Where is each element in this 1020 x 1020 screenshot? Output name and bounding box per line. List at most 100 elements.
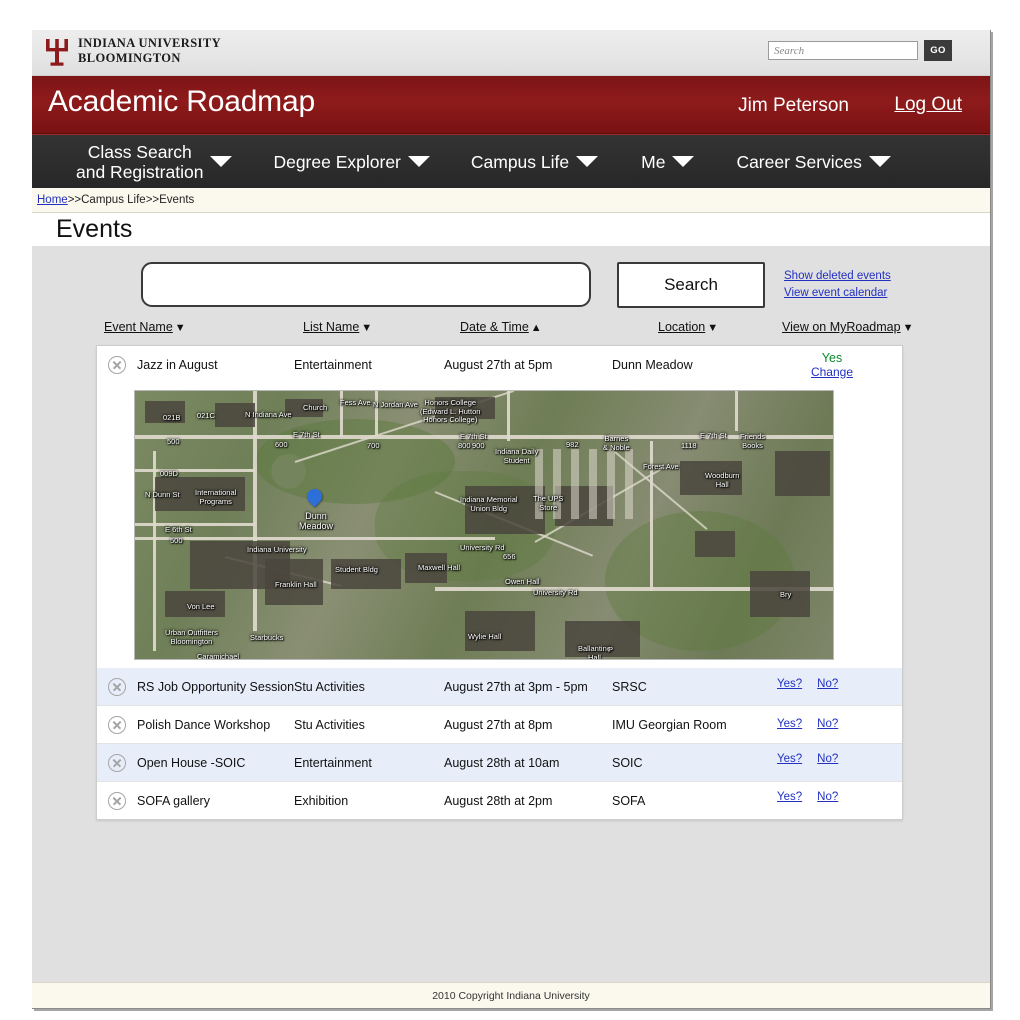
nav-item-campus-life[interactable]: Campus Life <box>470 151 599 172</box>
column-header-location[interactable]: Location ▼ <box>658 320 718 334</box>
breadcrumb-home-link[interactable]: Home <box>37 194 68 206</box>
roadmap-yes-link[interactable]: Yes? <box>777 718 802 730</box>
roadmap-no-link[interactable]: No? <box>817 718 838 730</box>
delete-event-button[interactable] <box>108 355 126 374</box>
cell-list-name: Stu Activities <box>294 679 365 694</box>
breadcrumb: Home >> Campus Life >> Events <box>32 188 990 213</box>
roadmap-no-link[interactable]: No? <box>817 753 838 765</box>
roadmap-status-yes: Yes <box>821 350 843 365</box>
map-label: Bry <box>780 590 792 599</box>
table-row[interactable]: Polish Dance Workshop Stu Activities Aug… <box>97 706 902 744</box>
map-pin-label: Dunn Meadow <box>298 511 334 531</box>
map-label: The UPS Store <box>533 494 564 512</box>
global-search-go-button[interactable]: GO <box>924 40 952 61</box>
map-label: 900 <box>472 441 485 450</box>
sort-arrow-icon: ▼ <box>707 322 719 334</box>
cell-event-name: Polish Dance Workshop <box>137 717 271 732</box>
cell-event-name: SOFA gallery <box>137 793 210 808</box>
nav-label: Campus Life <box>470 151 570 172</box>
map-label: Von Lee <box>187 602 215 611</box>
map-label: Woodburn Hall <box>705 471 740 489</box>
cell-location: Dunn Meadow <box>612 357 693 372</box>
campus-map[interactable]: 021B 021C Church Honors College (Edward L. … <box>134 390 834 660</box>
table-row[interactable]: Open House -SOIC Entertainment August 28… <box>97 744 902 782</box>
cell-roadmap-choice: Yes? No? <box>777 716 838 730</box>
column-header-event-name[interactable]: Event Name ▼ <box>104 320 186 334</box>
site-banner: Academic Roadmap Jim Peterson Log Out <box>32 76 990 134</box>
cell-date-time: August 27th at 3pm - 5pm <box>444 679 588 694</box>
event-search-input[interactable] <box>141 262 591 307</box>
delete-circle-x-icon <box>108 753 126 772</box>
map-label: 982 <box>566 440 579 449</box>
nav-label: Me <box>641 151 666 172</box>
show-deleted-events-link[interactable]: Show deleted events <box>784 268 891 285</box>
nav-label-line1: Class Search <box>87 141 192 162</box>
nav-item-career-services[interactable]: Career Services <box>736 151 891 172</box>
map-label: E 7th St <box>700 431 727 440</box>
cell-location: SOFA <box>612 793 646 808</box>
cell-date-time: August 27th at 5pm <box>444 357 553 372</box>
copyright-text: 2010 Copyright Indiana University <box>432 989 590 1002</box>
breadcrumb-campus-life: Campus Life <box>81 194 146 206</box>
nav-item-class-search[interactable]: Class Search and Registration <box>76 141 233 182</box>
events-table: Jazz in August Entertainment August 27th… <box>96 345 903 820</box>
roadmap-no-link[interactable]: No? <box>817 678 838 690</box>
column-header-view-on-myroadmap[interactable]: View on MyRoadmap ▼ <box>782 320 913 334</box>
roadmap-yes-link[interactable]: Yes? <box>777 753 802 765</box>
column-label: Date & Time <box>460 320 529 334</box>
roadmap-no-link[interactable]: No? <box>817 791 838 803</box>
event-side-links: Show deleted events View event calendar <box>784 268 891 302</box>
map-label: International Programs <box>195 488 237 506</box>
map-label: University Rd <box>460 543 505 552</box>
map-label: Urban Outfitters Bloomington <box>165 628 218 646</box>
roadmap-yes-link[interactable]: Yes? <box>777 791 802 803</box>
top-utility-bar: INDIANA UNIVERSITY BLOOMINGTON GO <box>32 30 990 76</box>
nav-item-degree-explorer[interactable]: Degree Explorer <box>273 152 430 172</box>
map-label: Ballantine Hall <box>578 644 611 660</box>
map-label: N Jordan Ave <box>373 400 418 409</box>
nav-label: Career Services <box>736 151 862 172</box>
delete-event-button[interactable] <box>108 791 126 810</box>
application-window: INDIANA UNIVERSITY BLOOMINGTON GO Academ… <box>32 30 991 1009</box>
roadmap-yes-link[interactable]: Yes? <box>777 678 802 690</box>
map-label: Fess Ave <box>340 398 371 407</box>
map-label: Honors College (Edward L. Hutton Honors … <box>420 398 481 424</box>
nav-label-line2: and Registration <box>76 161 204 182</box>
cell-list-name: Entertainment <box>294 357 372 372</box>
map-label: 600 <box>275 440 288 449</box>
event-map-row: 021B 021C Church Honors College (Edward L. … <box>97 383 902 668</box>
column-header-list-name[interactable]: List Name ▼ <box>303 320 372 334</box>
roadmap-change-link[interactable]: Change <box>777 365 887 379</box>
map-label: E 7th St <box>293 430 320 439</box>
map-label: Owen Hall <box>505 577 540 586</box>
table-row[interactable]: RS Job Opportunity Session Stu Activitie… <box>97 668 902 706</box>
table-row[interactable]: SOFA gallery Exhibition August 28th at 2… <box>97 782 902 819</box>
chevron-down-icon <box>576 156 599 167</box>
map-label: Forest Ave <box>643 462 679 471</box>
delete-event-button[interactable] <box>108 753 126 772</box>
map-label: University Rd <box>533 588 578 597</box>
map-label: 500 <box>170 536 183 545</box>
map-label: Franklin Hall <box>275 580 317 589</box>
map-label: Starbucks <box>250 633 284 642</box>
cell-roadmap-choice: Yes? No? <box>777 676 838 690</box>
map-label: Maxwell Hall <box>418 563 461 572</box>
global-search-input[interactable] <box>768 41 918 60</box>
view-event-calendar-link[interactable]: View event calendar <box>784 285 891 302</box>
delete-event-button[interactable] <box>108 715 126 734</box>
map-label: Caramichael <box>197 652 240 660</box>
university-name: INDIANA UNIVERSITY BLOOMINGTON <box>78 36 221 66</box>
event-search-button[interactable]: Search <box>617 262 765 308</box>
current-user-name: Jim Peterson <box>738 95 849 116</box>
nav-item-me[interactable]: Me <box>641 151 695 172</box>
column-label: List Name <box>303 320 360 334</box>
sort-arrow-icon: ▼ <box>902 322 914 334</box>
map-label: P <box>608 645 614 654</box>
column-header-date-time[interactable]: Date & Time ▲ <box>460 320 542 334</box>
delete-event-button[interactable] <box>108 677 126 696</box>
university-line2: BLOOMINGTON <box>78 51 181 65</box>
cell-list-name: Entertainment <box>294 755 372 770</box>
table-row[interactable]: Jazz in August Entertainment August 27th… <box>97 346 902 383</box>
logout-link[interactable]: Log Out <box>894 94 962 116</box>
map-label: Indiana Daily Student <box>495 447 539 465</box>
